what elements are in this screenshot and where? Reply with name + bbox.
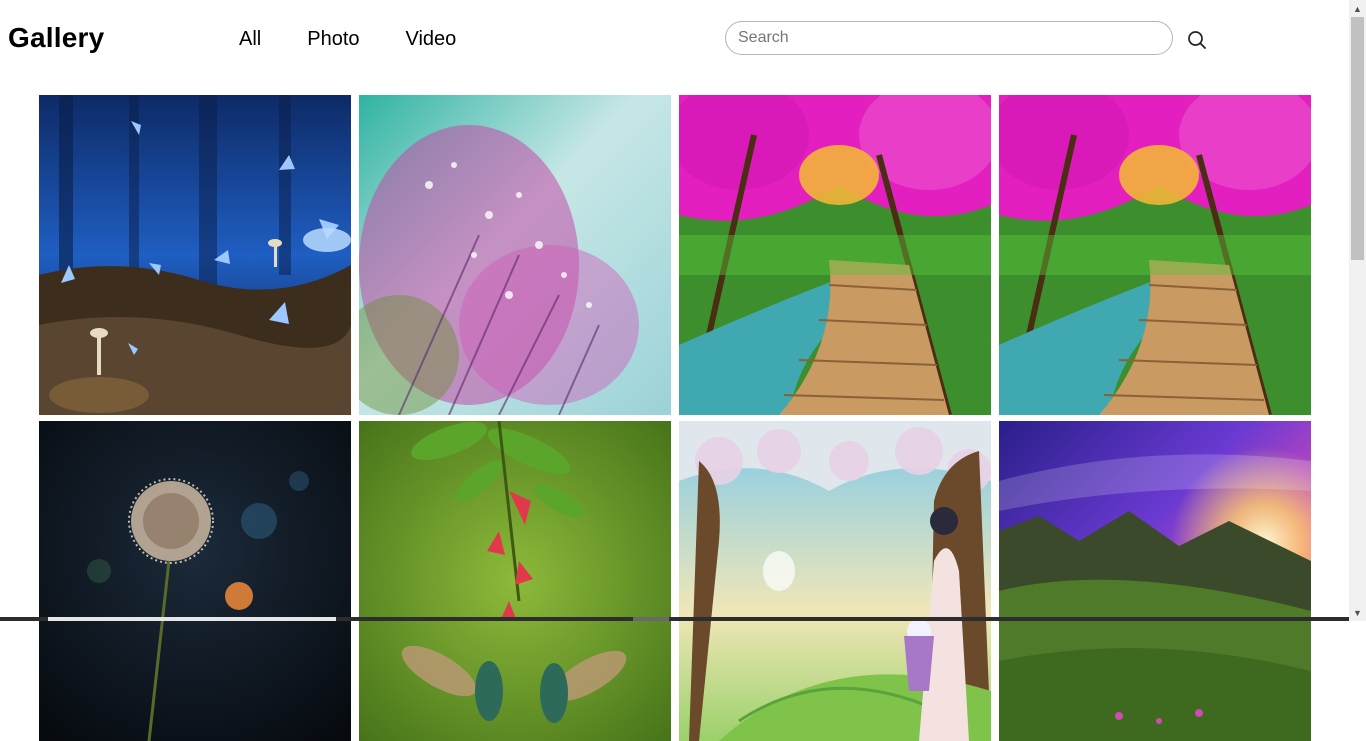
bottom-edge-segment <box>633 617 669 621</box>
gallery-image[interactable] <box>359 421 671 741</box>
header: Gallery All Photo Video <box>0 0 1349 80</box>
dewdrop-flowers-image <box>359 95 671 415</box>
bottom-edge-segment <box>48 617 336 621</box>
forest-boardwalk-image <box>999 95 1311 415</box>
nav-photo[interactable]: Photo <box>307 28 359 51</box>
blossom-tree-girl-image <box>679 421 991 741</box>
hummingbirds-image <box>359 421 671 741</box>
dandelion-image <box>39 421 351 741</box>
scrollbar-thumb[interactable] <box>1351 17 1364 260</box>
gallery-image[interactable] <box>39 421 351 741</box>
gallery-image[interactable] <box>679 421 991 741</box>
main-nav: All Photo Video <box>239 28 502 51</box>
nav-video[interactable]: Video <box>406 28 457 51</box>
scroll-down-arrow-icon[interactable]: ▼ <box>1349 604 1366 621</box>
site-logo[interactable]: Gallery <box>8 22 104 54</box>
gallery-image[interactable] <box>999 421 1311 741</box>
nav-all[interactable]: All <box>239 28 261 51</box>
butterflies-night-image <box>39 95 351 415</box>
forest-boardwalk-image <box>679 95 991 415</box>
image-gallery <box>39 95 1311 741</box>
sunset-mountains-image <box>999 421 1311 741</box>
search-button[interactable] <box>1186 29 1208 51</box>
gallery-image[interactable] <box>679 95 991 415</box>
gallery-image[interactable] <box>359 95 671 415</box>
gallery-image[interactable] <box>999 95 1311 415</box>
vertical-scrollbar[interactable]: ▲ ▼ <box>1349 0 1366 621</box>
bottom-edge-strip <box>0 617 1349 621</box>
search-icon <box>1188 31 1206 49</box>
gallery-image[interactable] <box>39 95 351 415</box>
scroll-up-arrow-icon[interactable]: ▲ <box>1349 0 1366 17</box>
search-input[interactable] <box>725 21 1173 55</box>
